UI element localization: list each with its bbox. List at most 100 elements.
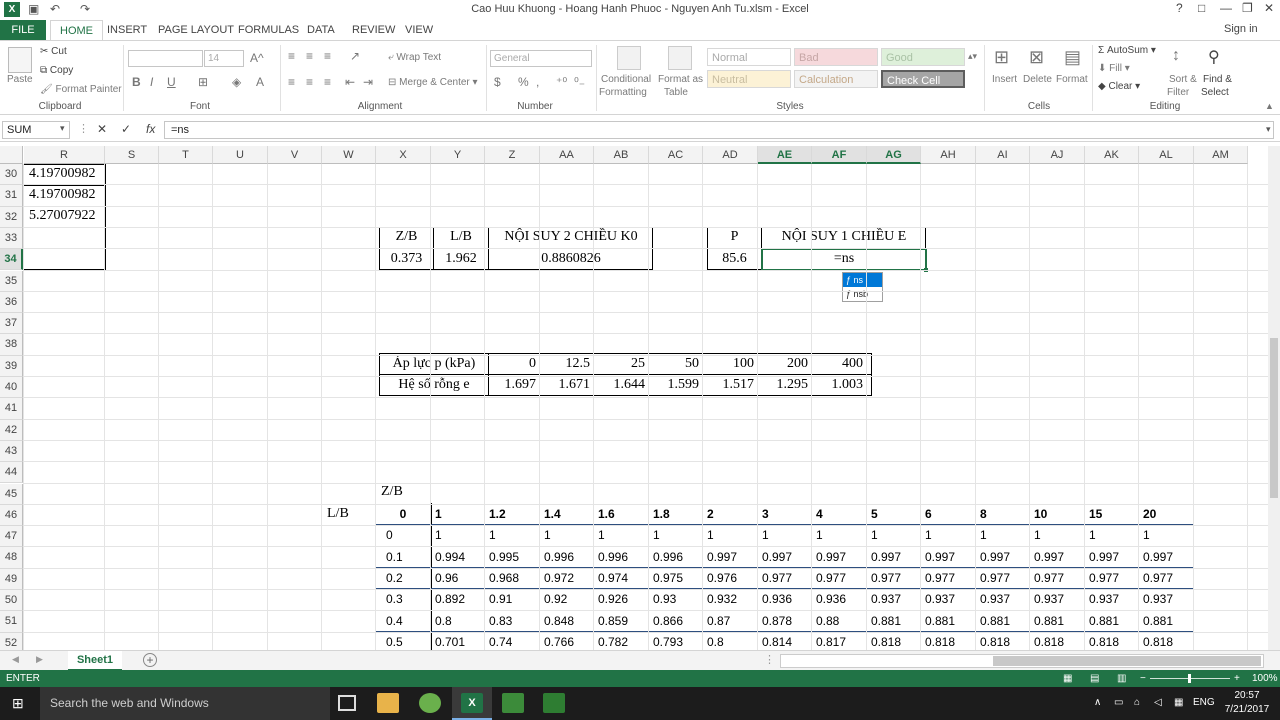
column-header-ai[interactable]: AI — [976, 146, 1030, 164]
style-check-cell[interactable]: Check Cell — [881, 70, 965, 88]
autocomplete-item-ns[interactable]: ƒ ns — [843, 273, 882, 287]
k-row-zb[interactable]: 0.4 — [376, 611, 430, 631]
tab-file[interactable]: FILE — [0, 20, 46, 40]
k-cell[interactable]: 0.997 — [1139, 547, 1193, 567]
k-cell[interactable]: 0.972 — [540, 568, 593, 588]
vertical-scroll-thumb[interactable] — [1270, 338, 1278, 498]
k-cell[interactable]: 0.818 — [921, 632, 975, 650]
comma-button[interactable]: , — [536, 75, 539, 89]
k-cell[interactable]: 0.878 — [758, 611, 811, 631]
clock-time[interactable]: 20:57 — [1222, 690, 1272, 701]
k-header-0[interactable]: 0 — [376, 504, 430, 524]
align-right-icon[interactable]: ≡ — [324, 75, 331, 89]
zoom-out-icon[interactable]: − — [1140, 670, 1146, 687]
pressure-p-3[interactable]: 50 — [649, 354, 699, 374]
expand-formula-bar-icon[interactable]: ▾ — [1266, 124, 1271, 135]
align-center-icon[interactable]: ≡ — [306, 75, 313, 89]
k-cell[interactable]: 0.93 — [649, 589, 702, 609]
copy-button[interactable]: ⧉ Copy — [40, 65, 73, 76]
k-cell[interactable]: 0.937 — [1085, 589, 1138, 609]
format-button[interactable]: Format — [1056, 74, 1088, 85]
row-header-30[interactable]: 30 — [0, 164, 23, 186]
k-cell[interactable]: 0.782 — [594, 632, 648, 650]
pressure-e-4[interactable]: 1.517 — [703, 375, 755, 395]
cut-button[interactable]: ✂ Cut — [40, 46, 67, 57]
pressure-e-2[interactable]: 1.644 — [594, 375, 646, 395]
k-cell[interactable]: 0.997 — [867, 547, 920, 567]
increase-indent-icon[interactable]: ⇥ — [363, 75, 373, 89]
wrap-text-button[interactable]: ⤶ Wrap Text — [388, 52, 441, 63]
style-bad[interactable]: Bad — [794, 48, 878, 66]
page-break-view-icon[interactable]: ▥ — [1117, 670, 1126, 687]
pressure-p-2[interactable]: 25 — [594, 354, 645, 374]
k-cell[interactable]: 0.936 — [758, 589, 811, 609]
styles-scroll-icon[interactable]: ▴▾ — [968, 51, 977, 62]
pressure-e-1[interactable]: 1.671 — [540, 375, 591, 395]
cell-r32[interactable]: 5.27007922 — [29, 206, 96, 226]
active-cell-editor[interactable]: =ns — [763, 249, 925, 269]
k-cell[interactable]: 0.996 — [540, 547, 593, 567]
interp2-value-lb[interactable]: 1.962 — [434, 249, 488, 269]
zb-axis-label[interactable]: Z/B — [381, 482, 403, 502]
currency-button[interactable]: $ — [494, 75, 501, 89]
k-cell[interactable]: 1 — [758, 525, 811, 545]
align-left-icon[interactable]: ≡ — [288, 75, 295, 89]
camtasia-icon[interactable] — [502, 693, 524, 713]
insert-button[interactable]: Insert — [992, 74, 1017, 85]
italic-button[interactable]: I — [150, 75, 153, 89]
tab-formulas[interactable]: FORMULAS — [229, 20, 308, 40]
k-cell[interactable]: 0.977 — [1085, 568, 1138, 588]
column-header-u[interactable]: U — [213, 146, 268, 164]
delete-button[interactable]: Delete — [1023, 74, 1052, 85]
k-cell[interactable]: 0.976 — [703, 568, 757, 588]
k-header-6[interactable]: 6 — [921, 504, 975, 524]
k-cell[interactable]: 0.818 — [1139, 632, 1193, 650]
taskbar-search[interactable]: Search the web and Windows — [40, 687, 330, 720]
row-header-38[interactable]: 38 — [0, 334, 23, 356]
row-header-49[interactable]: 49 — [0, 568, 23, 590]
interp2-value-k0[interactable]: 0.8860826 — [489, 249, 653, 269]
k-cell[interactable]: 0.968 — [485, 568, 539, 588]
k-cell[interactable]: 0.881 — [921, 611, 975, 631]
k-header-1-4[interactable]: 1.4 — [540, 504, 593, 524]
k-cell[interactable]: 0.997 — [1030, 547, 1084, 567]
sheet-prev-icon[interactable]: ◀ — [12, 654, 19, 665]
k-row-zb[interactable]: 0.3 — [376, 589, 430, 609]
sort-filter-button[interactable]: Sort & — [1169, 74, 1197, 85]
ribbon-display-button[interactable]: □ — [1198, 1, 1205, 15]
row-header-33[interactable]: 33 — [0, 227, 23, 250]
pressure-label-e[interactable]: Hệ số rỗng e — [380, 375, 488, 395]
font-color-icon[interactable]: A — [256, 75, 264, 89]
k-cell[interactable]: 1 — [703, 525, 757, 545]
k-cell[interactable]: 0.88 — [812, 611, 866, 631]
decrease-indent-icon[interactable]: ⇤ — [345, 75, 355, 89]
row-header-41[interactable]: 41 — [0, 398, 23, 420]
interp2-header-k0[interactable]: NỘI SUY 2 CHIỀU K0 — [489, 227, 653, 247]
pressure-e-6[interactable]: 1.003 — [812, 375, 864, 395]
k-header-4[interactable]: 4 — [812, 504, 866, 524]
cancel-icon[interactable]: ✕ — [97, 122, 107, 136]
grow-font-icon[interactable]: A^ — [250, 51, 264, 65]
align-middle-icon[interactable]: ≡ — [306, 49, 313, 63]
find-select-button[interactable]: Find & — [1203, 74, 1232, 85]
pressure-p-4[interactable]: 100 — [703, 354, 754, 374]
row-header-40[interactable]: 40 — [0, 377, 23, 399]
k-cell[interactable]: 0.881 — [1139, 611, 1193, 631]
interp2-header-lb[interactable]: L/B — [434, 227, 488, 247]
fill-button[interactable]: ⬇ Fill ▾ — [1098, 63, 1130, 74]
k-cell[interactable]: 0.974 — [594, 568, 648, 588]
conditional-formatting-icon[interactable] — [617, 46, 641, 70]
k-cell[interactable]: 0.701 — [431, 632, 484, 650]
task-view-icon[interactable] — [338, 695, 356, 711]
borders-icon[interactable]: ⊞ — [198, 75, 208, 89]
k-row-zb[interactable]: 0.5 — [376, 632, 430, 650]
interp1-header-e[interactable]: NỘI SUY 1 CHIỀU E — [762, 227, 926, 247]
zoom-slider-thumb[interactable] — [1188, 674, 1191, 683]
style-calculation[interactable]: Calculation — [794, 70, 878, 88]
k-cell[interactable]: 0.793 — [649, 632, 702, 650]
k-header-5[interactable]: 5 — [867, 504, 920, 524]
lb-axis-label[interactable]: L/B — [327, 504, 349, 524]
k-header-2[interactable]: 2 — [703, 504, 757, 524]
paste-button[interactable]: Paste — [7, 74, 33, 85]
sheet-next-icon[interactable]: ▶ — [36, 654, 43, 665]
